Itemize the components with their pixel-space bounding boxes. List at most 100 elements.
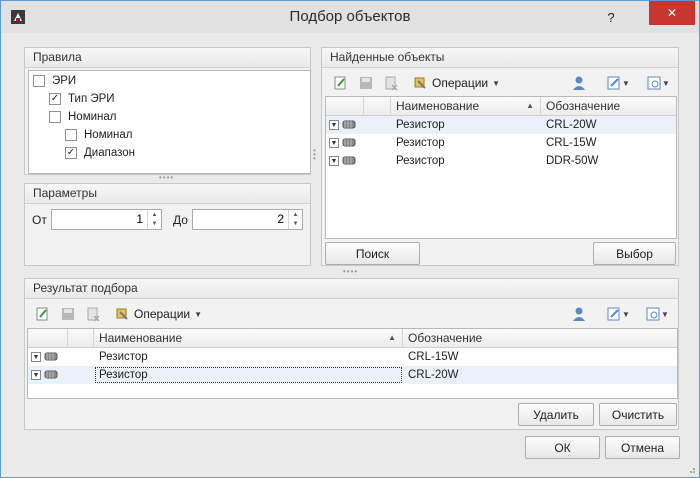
from-spinner-buttons[interactable]: ▲ ▼ [147,210,161,229]
expand-icon[interactable]: ▼ [329,120,339,130]
params-panel: Параметры От ▲ ▼ До ▲ ▼ [24,183,311,266]
spin-down-icon[interactable]: ▼ [293,221,299,227]
search-button[interactable]: Поиск [325,242,420,265]
rule-item[interactable]: Номинал [65,126,133,144]
checkbox-checked[interactable]: ✓ [65,147,77,159]
vertical-splitter-grip[interactable]: • • • [313,147,317,163]
rule-item-label: Номинал [84,129,133,141]
to-spinner[interactable]: ▲ ▼ [192,209,303,230]
help-icon: ? [607,9,615,25]
rule-item-label: Тип ЭРИ [68,93,115,105]
cancel-button[interactable]: Отмена [605,436,680,459]
table-row[interactable]: ▼ Резистор DDR-50W [326,152,676,170]
title-bar: Подбор объектов ? ✕ [1,1,699,33]
spin-up-icon[interactable]: ▲ [152,212,158,218]
result-col-name[interactable]: Наименование ▲ [94,329,403,348]
cell-name[interactable]: Резистор [391,152,541,170]
cell-designation[interactable]: CRL-15W [541,134,678,152]
rules-panel-title: Правила [25,48,310,68]
select-button[interactable]: Выбор [593,242,676,265]
help-button[interactable]: ? [602,5,620,29]
resistor-icon [342,120,356,129]
dialog-window: Подбор объектов ? ✕ Правила ЭРИ ✓ Тип ЭРИ Н… [0,0,700,478]
table-row[interactable]: ▼ Резистор CRL-15W [326,134,676,152]
to-spinner-buttons[interactable]: ▲ ▼ [288,210,302,229]
chevron-down-icon: ▼ [194,309,203,319]
params-panel-title: Параметры [25,184,310,204]
cell-designation[interactable]: CRL-20W [541,116,678,134]
add-document-icon[interactable] [331,74,349,92]
cell-designation[interactable]: CRL-20W [403,366,679,384]
found-objects-panel: Найденные объекты Операции ▼ ▼ ▼ Наимено… [321,47,679,266]
save-icon[interactable] [357,74,375,92]
table-row[interactable]: ▼ Резистор CRL-20W [28,366,677,384]
table-row[interactable]: ▼ Резистор CRL-15W [28,348,677,366]
horizontal-splitter-grip[interactable]: •••• [343,268,358,276]
cell-name[interactable]: Резистор [391,116,541,134]
cell-name[interactable]: Резистор [94,366,403,384]
result-grid: Наименование ▲ Обозначение ▼ Резистор CRL-… [27,328,678,399]
ok-button[interactable]: ОК [525,436,600,459]
user-search-icon[interactable] [570,305,588,323]
rule-item-label: Диапазон [84,147,135,159]
operations-icon [414,77,426,89]
sort-asc-icon: ▲ [526,101,534,110]
from-label: От [32,213,47,227]
delete-button[interactable]: Удалить [518,403,594,426]
edit-dropdown-icon[interactable]: ▼ [604,305,632,323]
chevron-down-icon: ▼ [492,78,501,88]
cell-designation[interactable]: DDR-50W [541,152,678,170]
result-grid-header: Наименование ▲ Обозначение [28,329,677,348]
found-col-name[interactable]: Наименование ▲ [391,97,541,116]
to-input[interactable] [193,210,288,229]
rules-panel: Правила ЭРИ ✓ Тип ЭРИ Номинал Номинал ✓ Диапаз… [24,47,311,175]
result-toolbar: Операции ▼ ▼ ▼ [29,302,676,326]
window-title: Подбор объектов [289,8,411,25]
view-dropdown-icon[interactable]: ▼ [644,74,672,92]
checkbox[interactable] [65,129,77,141]
checkbox-checked[interactable]: ✓ [49,93,61,105]
view-dropdown-icon[interactable]: ▼ [643,305,671,323]
rule-item[interactable]: ✓ Диапазон [65,144,135,162]
clear-button[interactable]: Очистить [599,403,677,426]
result-col-designation[interactable]: Обозначение [403,329,679,348]
rule-item[interactable]: ЭРИ [33,72,76,90]
spin-down-icon[interactable]: ▼ [152,221,158,227]
found-col-designation[interactable]: Обозначение [541,97,678,116]
rule-item[interactable]: Номинал [49,108,117,126]
expand-icon[interactable]: ▼ [31,352,41,362]
resize-grip-icon[interactable] [686,464,696,474]
user-search-icon[interactable] [570,74,588,92]
expand-icon[interactable]: ▼ [31,370,41,380]
save-icon[interactable] [59,305,77,323]
operations-label: Операции [134,307,191,321]
cell-designation[interactable]: CRL-15W [403,348,679,366]
rules-tree: ЭРИ ✓ Тип ЭРИ Номинал Номинал ✓ Диапазон [28,70,311,174]
delete-document-icon[interactable] [84,305,102,323]
found-toolbar: Операции ▼ ▼ ▼ [326,71,676,95]
rule-item[interactable]: ✓ Тип ЭРИ [49,90,115,108]
operations-label: Операции [432,76,489,90]
rule-item-label: ЭРИ [52,75,77,87]
expand-icon[interactable]: ▼ [329,138,339,148]
checkbox[interactable] [49,111,61,123]
found-operations-menu[interactable]: Операции ▼ [412,74,500,92]
delete-document-icon[interactable] [382,74,400,92]
resistor-icon [342,156,356,165]
result-operations-menu[interactable]: Операции ▼ [114,305,202,323]
resistor-icon [44,370,58,379]
from-spinner[interactable]: ▲ ▼ [51,209,162,230]
expand-icon[interactable]: ▼ [329,156,339,166]
checkbox[interactable] [33,75,45,87]
spin-up-icon[interactable]: ▲ [293,212,299,218]
close-button[interactable]: ✕ [649,1,695,25]
rules-splitter-grip[interactable]: •••• [159,174,174,182]
table-row[interactable]: ▼ Резистор CRL-20W [326,116,676,134]
close-icon: ✕ [666,6,678,20]
add-document-icon[interactable] [33,305,51,323]
cell-name[interactable]: Резистор [391,134,541,152]
edit-dropdown-icon[interactable]: ▼ [604,74,632,92]
from-input[interactable] [52,210,147,229]
result-panel: Результат подбора Операции ▼ ▼ ▼ Наимено… [24,278,679,430]
cell-name[interactable]: Резистор [94,348,403,366]
